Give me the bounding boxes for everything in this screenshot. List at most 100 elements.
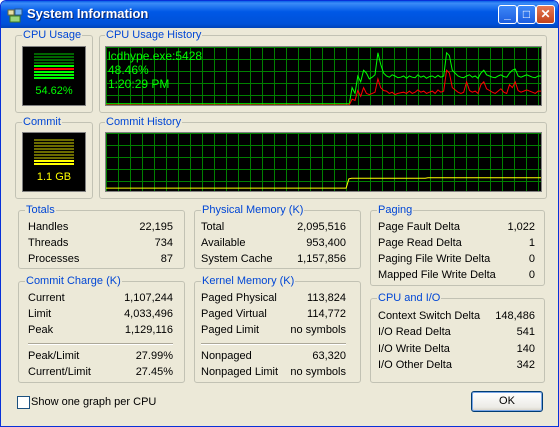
row-value: 0 bbox=[528, 269, 535, 281]
meter-segment bbox=[34, 139, 74, 141]
divider bbox=[28, 343, 173, 345]
kernel-memory-row: Paged Physical 113,824 bbox=[201, 291, 346, 306]
tooltip-percent: 48.46% bbox=[108, 63, 149, 77]
commit-label: Commit bbox=[22, 116, 62, 128]
commit-history-line bbox=[106, 177, 541, 189]
commit-charge-label: Commit Charge (K) bbox=[25, 275, 122, 287]
commit-history-graph[interactable] bbox=[105, 132, 542, 192]
graph-series-line bbox=[106, 69, 541, 105]
paging-row: Mapped File Write Delta 0 bbox=[378, 268, 535, 283]
meter-segment bbox=[34, 145, 74, 147]
paging-row: Paging File Write Delta 0 bbox=[378, 252, 535, 267]
totals-row: Threads 734 bbox=[28, 236, 173, 251]
cpu-io-row: I/O Read Delta 541 bbox=[378, 325, 535, 340]
physical-memory-label: Physical Memory (K) bbox=[201, 204, 305, 216]
row-value: 27.99% bbox=[135, 350, 173, 362]
commit-value: 1.1 GB bbox=[36, 171, 72, 183]
meter-segment bbox=[34, 163, 74, 165]
kernel-memory-row: Paged Limit no symbols bbox=[201, 323, 346, 338]
row-value: 4,033,496 bbox=[124, 308, 173, 320]
physical-memory-row: Available 953,400 bbox=[201, 236, 346, 251]
row-key: Threads bbox=[28, 237, 69, 249]
cpu-history-label: CPU Usage History bbox=[105, 29, 203, 41]
cpu-usage-meter: 54.62% bbox=[22, 46, 86, 106]
row-value: 0 bbox=[528, 253, 535, 265]
cpu-usage-label: CPU Usage bbox=[22, 29, 83, 41]
row-key: Page Read Delta bbox=[378, 237, 462, 249]
meter-segment bbox=[34, 77, 74, 79]
physical-memory-row: Total 2,095,516 bbox=[201, 220, 346, 235]
row-key: I/O Read Delta bbox=[378, 326, 451, 338]
paging-label: Paging bbox=[377, 204, 414, 216]
tooltip-time: 1:20:29 PM bbox=[108, 77, 170, 91]
cpu-io-row: I/O Write Delta 140 bbox=[378, 342, 535, 357]
ok-button[interactable]: OK bbox=[471, 391, 543, 412]
row-key: Processes bbox=[28, 253, 80, 265]
meter-segment bbox=[34, 154, 74, 156]
meter-segment bbox=[34, 151, 74, 153]
row-value: 342 bbox=[516, 359, 535, 371]
totals-label: Totals bbox=[25, 204, 56, 216]
row-key: System Cache bbox=[201, 253, 273, 265]
cpu-usage-value: 54.62% bbox=[35, 85, 73, 97]
window-title: System Information bbox=[27, 6, 149, 21]
row-value: no symbols bbox=[290, 324, 346, 336]
row-value: 541 bbox=[516, 326, 535, 338]
row-value: 22,195 bbox=[139, 221, 173, 233]
row-key: Nonpaged bbox=[201, 350, 252, 362]
row-key: Mapped File Write Delta bbox=[378, 269, 496, 281]
kernel-memory-label: Kernel Memory (K) bbox=[201, 275, 296, 287]
title-bar[interactable]: System Information _ □ ✕ bbox=[1, 1, 558, 28]
row-value: 1 bbox=[528, 237, 535, 249]
row-key: Paged Limit bbox=[201, 324, 260, 336]
row-key: Available bbox=[201, 237, 246, 249]
row-value: 1,157,856 bbox=[297, 253, 346, 265]
minimize-button[interactable]: _ bbox=[498, 5, 517, 24]
totals-row: Processes 87 bbox=[28, 252, 173, 267]
row-key: Context Switch Delta bbox=[378, 310, 481, 322]
physical-memory-row: System Cache 1,157,856 bbox=[201, 252, 346, 267]
row-key: Paging File Write Delta bbox=[378, 253, 491, 265]
meter-segment bbox=[34, 65, 74, 67]
meter-segment bbox=[34, 148, 74, 150]
row-value: 1,129,116 bbox=[124, 324, 173, 336]
one-graph-per-cpu-checkbox[interactable] bbox=[17, 396, 30, 409]
row-value: 87 bbox=[160, 253, 173, 265]
row-value: 114,772 bbox=[307, 308, 346, 320]
meter-segment bbox=[34, 59, 74, 61]
row-key: Handles bbox=[28, 221, 69, 233]
row-value: 113,824 bbox=[307, 292, 346, 304]
kernel-memory-row: Paged Virtual 114,772 bbox=[201, 307, 346, 322]
maximize-button[interactable]: □ bbox=[517, 5, 536, 24]
row-value: 27.45% bbox=[135, 366, 173, 378]
kernel-memory-row: Nonpaged Limit no symbols bbox=[201, 365, 346, 380]
row-key: I/O Write Delta bbox=[378, 343, 450, 355]
row-key: Total bbox=[201, 221, 225, 233]
commit-charge-row: Current 1,107,244 bbox=[28, 291, 173, 306]
meter-segment bbox=[34, 56, 74, 58]
commit-charge-row: Peak 1,129,116 bbox=[28, 323, 173, 338]
row-key: Peak bbox=[28, 324, 54, 336]
row-value: no symbols bbox=[290, 366, 346, 378]
system-info-icon bbox=[7, 8, 23, 23]
divider bbox=[201, 343, 346, 345]
one-graph-per-cpu-label[interactable]: Show one graph per CPU bbox=[31, 396, 156, 408]
cpu-history-graph[interactable]: lcdhype.exe:5428 48.46% 1:20:29 PM bbox=[105, 46, 542, 106]
cpu-io-row: Context Switch Delta 148,486 bbox=[378, 309, 535, 324]
row-value: 148,486 bbox=[495, 310, 535, 322]
kernel-memory-row: Nonpaged 63,320 bbox=[201, 349, 346, 364]
row-value: 2,095,516 bbox=[297, 221, 346, 233]
close-button[interactable]: ✕ bbox=[536, 5, 555, 24]
row-key: Paged Physical bbox=[201, 292, 277, 304]
commit-meter: 1.1 GB bbox=[22, 132, 86, 192]
meter-segment bbox=[34, 71, 74, 73]
meter-segment bbox=[34, 62, 74, 64]
commit-ratio-row: Peak/Limit 27.99% bbox=[28, 349, 173, 364]
row-key: Current/Limit bbox=[28, 366, 91, 378]
row-key: Current bbox=[28, 292, 65, 304]
cpu-io-label: CPU and I/O bbox=[377, 292, 442, 304]
tooltip-process: lcdhype.exe:5428 bbox=[108, 49, 203, 63]
row-key: Nonpaged Limit bbox=[201, 366, 279, 378]
row-key: Peak/Limit bbox=[28, 350, 80, 362]
commit-charge-row: Limit 4,033,496 bbox=[28, 307, 173, 322]
